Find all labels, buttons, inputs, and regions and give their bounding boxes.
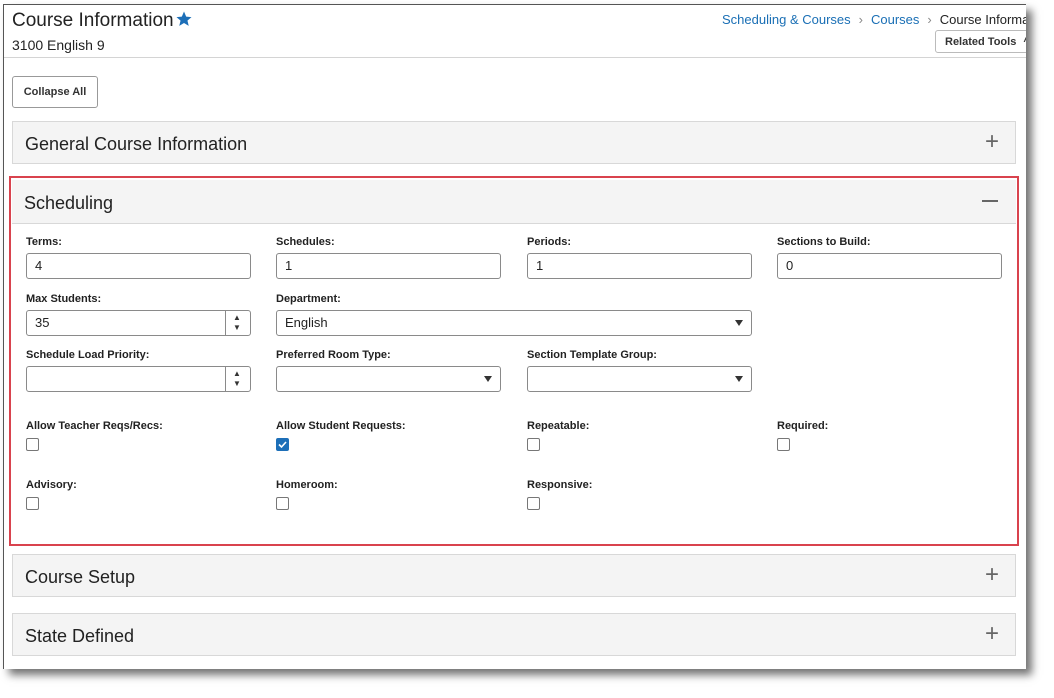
required-label: Required:: [777, 420, 829, 432]
breadcrumb-scheduling-courses[interactable]: Scheduling & Courses: [722, 12, 851, 27]
allow-teacher-reqs-checkbox[interactable]: [26, 438, 39, 451]
max-students-label: Max Students:: [26, 293, 102, 305]
star-icon[interactable]: [175, 10, 193, 28]
department-label: Department:: [276, 293, 341, 305]
terms-label: Terms:: [26, 236, 62, 248]
breadcrumb-current: Course Informati: [939, 12, 1026, 27]
max-students-value: 35: [35, 315, 50, 330]
caret-down-icon: [735, 320, 743, 326]
caret-down-icon: [735, 376, 743, 382]
stepper-control[interactable]: ▲ ▼: [225, 367, 250, 391]
section-title: Scheduling: [24, 193, 114, 213]
allow-teacher-reqs-label: Allow Teacher Reqs/Recs:: [26, 420, 163, 432]
section-template-group-label: Section Template Group:: [527, 349, 657, 361]
section-course-setup[interactable]: Course Setup +: [12, 554, 1016, 597]
advisory-checkbox[interactable]: [26, 497, 39, 510]
stepper-down-icon[interactable]: ▼: [233, 324, 241, 332]
course-subtitle: 3100 English 9: [12, 37, 105, 53]
schedules-label: Schedules:: [276, 236, 335, 248]
section-title: State Defined: [25, 626, 135, 646]
scheduling-form: Terms: 4 Schedules: 1 Periods: 1 Section…: [12, 224, 1016, 541]
app-window: Course Information 3100 English 9 Schedu…: [3, 4, 1026, 669]
checkmark-icon: [278, 441, 287, 449]
plus-icon[interactable]: +: [985, 563, 999, 587]
department-value: English: [285, 315, 328, 330]
chevron-up-icon: ^: [1023, 36, 1026, 48]
allow-student-requests-label: Allow Student Requests:: [276, 420, 406, 432]
plus-icon[interactable]: +: [985, 130, 999, 154]
max-students-stepper[interactable]: 35 ▲ ▼: [26, 310, 251, 336]
collapse-all-button[interactable]: Collapse All: [12, 76, 98, 108]
section-title: General Course Information: [25, 134, 248, 154]
section-scheduling[interactable]: Scheduling: [12, 180, 1016, 224]
chevron-right-icon: ›: [927, 12, 932, 27]
schedule-load-priority-stepper[interactable]: ▲ ▼: [26, 366, 251, 392]
breadcrumb: Scheduling & Courses › Courses › Course Info…: [722, 12, 1026, 27]
page-header: Course Information 3100 English 9 Schedu…: [4, 5, 1026, 58]
homeroom-label: Homeroom:: [276, 479, 338, 491]
caret-down-icon: [484, 376, 492, 382]
section-state-defined[interactable]: State Defined +: [12, 613, 1016, 656]
preferred-room-type-label: Preferred Room Type:: [276, 349, 391, 361]
minus-icon[interactable]: [982, 200, 998, 202]
plus-icon[interactable]: +: [985, 622, 999, 646]
breadcrumb-courses[interactable]: Courses: [871, 12, 919, 27]
periods-label: Periods:: [527, 236, 572, 248]
stepper-control[interactable]: ▲ ▼: [225, 311, 250, 335]
section-general-course-information[interactable]: General Course Information +: [12, 121, 1016, 164]
chevron-right-icon: ›: [858, 12, 863, 27]
repeatable-checkbox[interactable]: [527, 438, 540, 451]
related-tools-button[interactable]: Related Tools ^: [935, 30, 1026, 53]
stepper-up-icon[interactable]: ▲: [233, 314, 241, 322]
section-title: Course Setup: [25, 567, 136, 587]
related-tools-label: Related Tools: [945, 36, 1017, 48]
homeroom-checkbox[interactable]: [276, 497, 289, 510]
page-title: Course Information: [12, 10, 174, 31]
periods-input[interactable]: 1: [527, 253, 752, 279]
sections-to-build-input[interactable]: 0: [777, 253, 1002, 279]
required-checkbox[interactable]: [777, 438, 790, 451]
preferred-room-type-select[interactable]: [276, 366, 501, 392]
responsive-checkbox[interactable]: [527, 497, 540, 510]
terms-input[interactable]: 4: [26, 253, 251, 279]
advisory-label: Advisory:: [26, 479, 77, 491]
repeatable-label: Repeatable:: [527, 420, 590, 432]
responsive-label: Responsive:: [527, 479, 593, 491]
allow-student-requests-checkbox[interactable]: [276, 438, 289, 451]
section-template-group-select[interactable]: [527, 366, 752, 392]
stepper-up-icon[interactable]: ▲: [233, 370, 241, 378]
schedules-input[interactable]: 1: [276, 253, 501, 279]
department-select[interactable]: English: [276, 310, 752, 336]
stepper-down-icon[interactable]: ▼: [233, 380, 241, 388]
sections-to-build-label: Sections to Build:: [777, 236, 871, 248]
schedule-load-priority-label: Schedule Load Priority:: [26, 349, 150, 361]
